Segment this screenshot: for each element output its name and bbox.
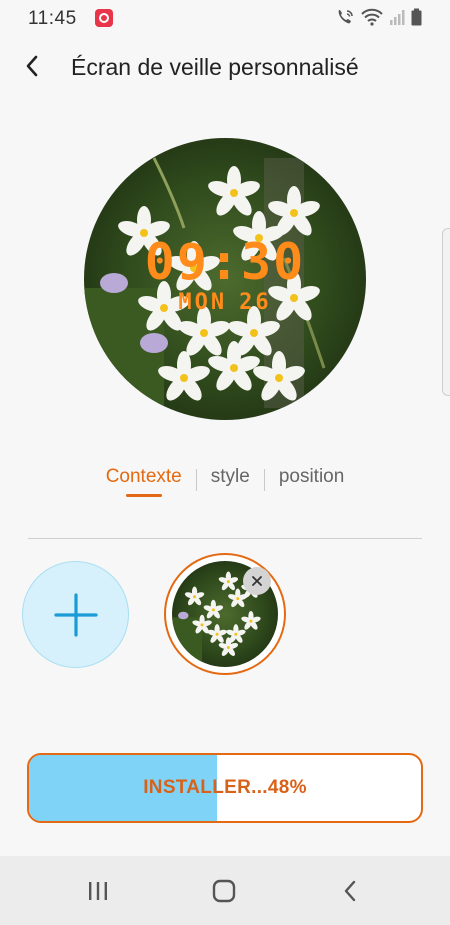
remove-image-button[interactable] (243, 567, 271, 595)
chevron-left-icon (26, 55, 38, 77)
status-bar: 11:45 (0, 0, 450, 36)
back-icon (344, 880, 356, 902)
tab-separator (263, 469, 265, 491)
watch-date: MON 26 (84, 290, 366, 315)
signal-icon (390, 10, 405, 25)
wifi-icon (361, 8, 383, 26)
watch-day-number: 26 (239, 290, 272, 315)
install-button[interactable]: INSTALLER...48% (27, 753, 423, 823)
recent-apps-icon (89, 882, 107, 900)
status-icons (335, 8, 422, 26)
plus-icon (53, 592, 98, 637)
watch-time: 09:30 (144, 233, 306, 291)
home-icon (212, 879, 236, 903)
header: Écran de veille personnalisé (0, 36, 450, 96)
status-time: 11:45 (28, 8, 77, 29)
tab-contexte[interactable]: Contexte (102, 462, 186, 497)
back-button[interactable] (14, 48, 50, 84)
navigation-bar (0, 856, 450, 925)
home-button[interactable] (204, 874, 244, 908)
tab-bar: Contexte style position (0, 462, 450, 502)
nav-back-button[interactable] (330, 874, 370, 908)
tab-style[interactable]: style (207, 462, 254, 488)
page-title: Écran de veille personnalisé (71, 54, 359, 80)
watch-day: MON (178, 290, 228, 315)
wifi-calling-icon (338, 10, 353, 24)
watch-face-preview: 09:30 MON 26 (84, 138, 366, 420)
app-notification-icon (95, 9, 113, 27)
add-image-button[interactable] (22, 561, 129, 668)
edge-panel-handle[interactable] (442, 228, 450, 396)
battery-icon (411, 8, 422, 26)
divider (28, 538, 422, 539)
tab-position[interactable]: position (275, 462, 349, 488)
tab-separator (195, 469, 197, 491)
close-icon (252, 576, 262, 586)
install-label: INSTALLER...48% (143, 777, 307, 798)
recent-apps-button[interactable] (78, 874, 118, 908)
